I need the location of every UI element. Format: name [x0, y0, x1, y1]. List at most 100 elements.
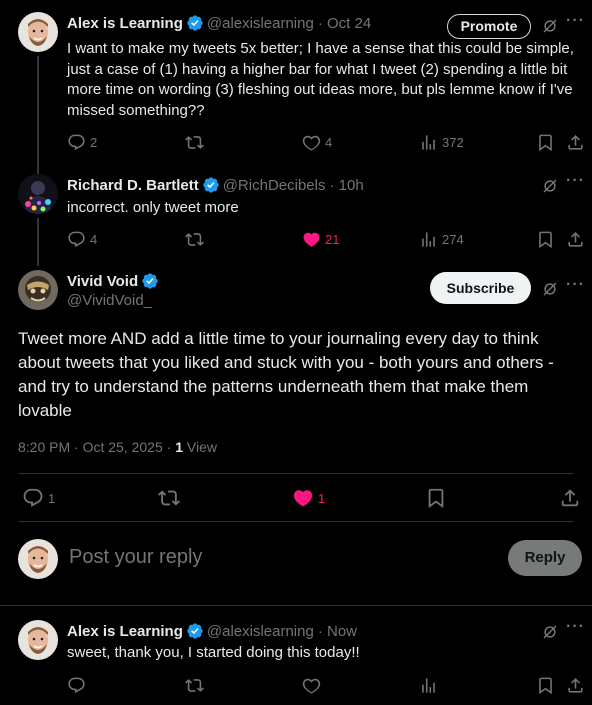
- reply-icon: [22, 487, 44, 509]
- display-name[interactable]: Richard D. Bartlett: [67, 177, 199, 194]
- retweet-button[interactable]: [185, 230, 204, 249]
- handle[interactable]: @alexislearning: [207, 623, 314, 640]
- avatar-alex[interactable]: [18, 12, 58, 52]
- timestamp[interactable]: · Oct 24: [318, 15, 371, 32]
- share-icon: [559, 487, 581, 509]
- like-count: 1: [318, 490, 326, 506]
- bookmark-icon: [425, 487, 447, 509]
- reply-icon: [67, 676, 86, 695]
- reply-icon: [67, 230, 86, 249]
- retweet-icon: [185, 230, 204, 249]
- bookmark-button[interactable]: [536, 133, 555, 152]
- like-button[interactable]: 1: [292, 487, 325, 509]
- view-label: View: [186, 439, 217, 455]
- divider: [18, 521, 574, 522]
- timestamp[interactable]: · Now: [318, 623, 357, 640]
- view-count: 274: [442, 232, 464, 247]
- reply-button[interactable]: 2: [67, 133, 97, 152]
- tweet2-header: Richard D. Bartlett @RichDecibels · 10h: [67, 176, 364, 194]
- bookmark-icon: [536, 676, 555, 695]
- share-button[interactable]: [566, 133, 585, 152]
- more-icon[interactable]: ···: [566, 276, 585, 294]
- timestamp[interactable]: · 10h: [329, 177, 363, 194]
- retweet-button[interactable]: [158, 487, 180, 509]
- retweet-button[interactable]: [185, 133, 204, 152]
- avatar-vivid-void[interactable]: [18, 270, 58, 310]
- avatar-richard[interactable]: [18, 174, 58, 214]
- more-icon[interactable]: ···: [566, 12, 585, 30]
- like-count: 4: [325, 135, 333, 150]
- handle[interactable]: @RichDecibels: [223, 177, 326, 194]
- promote-button[interactable]: Promote: [447, 14, 531, 39]
- tweet-text: sweet, thank you, I started doing this t…: [67, 644, 360, 661]
- views-button[interactable]: 274: [419, 230, 464, 249]
- composer-avatar: [18, 539, 58, 579]
- verified-badge-icon: [186, 14, 204, 32]
- thread-line: [37, 218, 39, 266]
- tweet1-header: Alex is Learning @alexislearning · Oct 2…: [67, 14, 371, 32]
- retweet-icon: [185, 133, 204, 152]
- main-tweet-text: Tweet more AND add a little time to your…: [18, 329, 554, 420]
- more-icon[interactable]: ···: [566, 618, 585, 636]
- reply-icon: [67, 133, 86, 152]
- more-icon[interactable]: ···: [566, 172, 585, 190]
- share-button[interactable]: [559, 487, 581, 509]
- heart-icon: [302, 676, 321, 695]
- bookmark-button[interactable]: [536, 230, 555, 249]
- share-icon: [566, 230, 585, 249]
- reply-button[interactable]: [67, 676, 86, 695]
- view-count: 372: [442, 135, 464, 150]
- subscribe-button[interactable]: Subscribe: [430, 272, 531, 304]
- tweet-text: incorrect. only tweet more: [67, 199, 239, 216]
- display-name[interactable]: Vivid Void: [67, 273, 138, 290]
- bookmark-icon: [536, 133, 555, 152]
- reply-submit-button[interactable]: Reply: [508, 540, 582, 576]
- divider: [18, 473, 574, 474]
- tweet-text: I want to make my tweets 5x better; I ha…: [67, 40, 574, 119]
- share-icon: [566, 676, 585, 695]
- bookmark-icon: [536, 230, 555, 249]
- reply-input[interactable]: Post your reply: [69, 546, 202, 569]
- bookmark-button[interactable]: [536, 676, 555, 695]
- views-icon: [419, 133, 438, 152]
- verified-badge-icon: [141, 272, 159, 290]
- retweet-button[interactable]: [185, 676, 204, 695]
- like-button[interactable]: 4: [302, 133, 332, 152]
- like-button[interactable]: [302, 676, 321, 695]
- main-tweet-meta: 8:20 PM · Oct 25, 2025 · 1 View: [18, 439, 217, 455]
- views-icon: [419, 230, 438, 249]
- thread-line: [37, 56, 39, 174]
- like-count: 21: [325, 232, 340, 247]
- display-name[interactable]: Alex is Learning: [67, 15, 183, 32]
- views-button[interactable]: [419, 676, 438, 695]
- grok-icon[interactable]: [541, 623, 559, 641]
- retweet-icon: [185, 676, 204, 695]
- reply-count: 4: [90, 232, 98, 247]
- reply-count: 1: [48, 490, 56, 506]
- retweet-icon: [158, 487, 180, 509]
- share-button[interactable]: [566, 676, 585, 695]
- main-header: Vivid Void @VividVoid_: [67, 272, 162, 309]
- share-button[interactable]: [566, 230, 585, 249]
- share-icon: [566, 133, 585, 152]
- reply-button[interactable]: 4: [67, 230, 97, 249]
- post-timestamp[interactable]: 8:20 PM · Oct 25, 2025 ·: [18, 439, 175, 455]
- grok-icon[interactable]: [541, 280, 559, 298]
- view-count: 1: [175, 439, 183, 455]
- reply-button[interactable]: 1: [22, 487, 55, 509]
- bookmark-button[interactable]: [425, 487, 447, 509]
- heart-filled-icon: [292, 487, 314, 509]
- grok-icon[interactable]: [541, 177, 559, 195]
- views-icon: [419, 676, 438, 695]
- views-button[interactable]: 372: [419, 133, 464, 152]
- handle[interactable]: @VividVoid_: [67, 292, 162, 309]
- display-name[interactable]: Alex is Learning: [67, 623, 183, 640]
- verified-badge-icon: [202, 176, 220, 194]
- grok-icon[interactable]: [541, 17, 559, 35]
- avatar-alex[interactable]: [18, 620, 58, 660]
- heart-filled-icon: [302, 230, 321, 249]
- handle[interactable]: @alexislearning: [207, 15, 314, 32]
- tweet4-header: Alex is Learning @alexislearning · Now: [67, 622, 357, 640]
- like-button[interactable]: 21: [302, 230, 339, 249]
- heart-icon: [302, 133, 321, 152]
